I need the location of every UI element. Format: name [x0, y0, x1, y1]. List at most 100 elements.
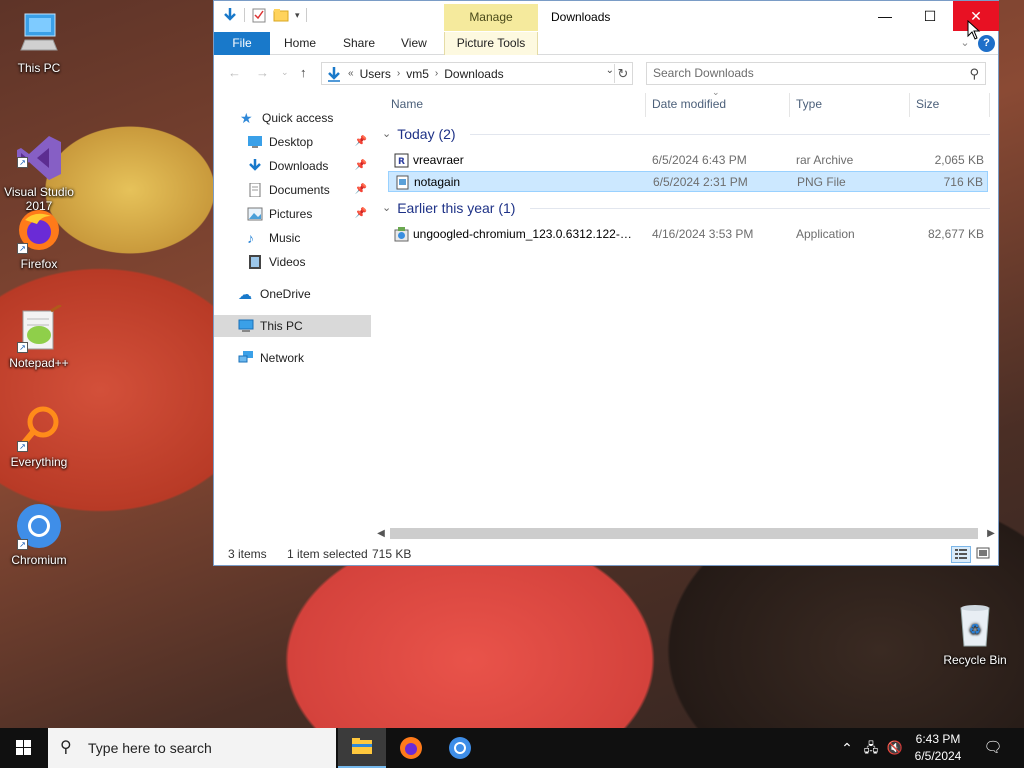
minimize-icon: —: [878, 8, 892, 24]
nav-this-pc[interactable]: This PC: [214, 315, 371, 337]
pin-icon[interactable]: 📌: [355, 131, 367, 153]
breadcrumb-separator-icon[interactable]: ›: [435, 68, 438, 79]
tab-view[interactable]: View: [389, 32, 439, 55]
system-clock[interactable]: 6:43 PM 6/5/2024: [904, 731, 972, 765]
pin-icon[interactable]: 📌: [355, 179, 367, 201]
breadcrumb-downloads[interactable]: Downloads: [444, 67, 503, 81]
address-dropdown-chevron-icon[interactable]: ⌄: [606, 65, 614, 76]
column-divider[interactable]: [645, 93, 646, 117]
tab-file[interactable]: File: [214, 32, 270, 55]
pin-icon[interactable]: 📌: [355, 155, 367, 177]
address-bar[interactable]: « Users › vm5 › Downloads ⌄ ↻: [321, 62, 633, 85]
mouse-cursor-icon: [967, 20, 981, 40]
taskbar-file-explorer[interactable]: [338, 728, 386, 768]
desktop-icon-everything[interactable]: ↗ Everything: [1, 404, 77, 469]
group-header-today[interactable]: ⌄ Today (2): [380, 124, 990, 144]
collapse-chevron-icon: ⌄: [382, 128, 392, 140]
customize-qat-chevron-icon[interactable]: ▾: [295, 10, 300, 21]
minimize-button[interactable]: —: [862, 1, 908, 31]
nav-quick-access[interactable]: ★ Quick access: [214, 107, 371, 129]
network-status-icon[interactable]: 🖧: [860, 728, 882, 768]
clock-time: 6:43 PM: [915, 732, 961, 746]
nav-music[interactable]: ♪ Music: [214, 227, 371, 249]
navigation-pane: ★ Quick access Desktop 📌 Downloads 📌 Doc…: [214, 93, 374, 533]
nav-onedrive[interactable]: ☁ OneDrive: [214, 283, 371, 305]
downloads-folder-icon: [328, 66, 340, 82]
volume-muted-icon[interactable]: 🔇: [884, 728, 906, 768]
horizontal-scrollbar[interactable]: ◀ ▶: [374, 525, 998, 542]
search-input[interactable]: Search Downloads ⚲: [646, 62, 986, 85]
firefox-icon: ↗: [15, 206, 63, 254]
search-placeholder: Search Downloads: [653, 66, 754, 80]
taskbar: ⚲ Type here to search ⌃ 🖧 🔇 6:43 PM 6/5/…: [0, 728, 1024, 768]
up-arrow-icon[interactable]: ↑: [300, 65, 307, 80]
tab-share[interactable]: Share: [331, 32, 387, 55]
nav-network[interactable]: Network: [214, 347, 371, 369]
desktop-icon-chromium[interactable]: ↗ Chromium: [1, 502, 77, 567]
desktop-icon-notepad-plus-plus[interactable]: ↗ Notepad++: [1, 303, 77, 370]
breadcrumb-overflow[interactable]: «: [348, 68, 354, 79]
download-arrow-icon[interactable]: [222, 7, 238, 23]
scroll-left-icon[interactable]: ◀: [374, 525, 388, 542]
file-row[interactable]: ungoogled-chromium_123.0.6312.122-1.... …: [388, 224, 988, 245]
tab-home[interactable]: Home: [272, 32, 328, 55]
star-icon: ★: [240, 110, 253, 126]
group-label: Today (2): [397, 126, 456, 142]
refresh-icon[interactable]: ↻: [614, 64, 631, 83]
start-button[interactable]: [0, 728, 48, 768]
videos-folder-icon: [249, 255, 261, 269]
shortcut-arrow-icon: ↗: [17, 441, 28, 452]
taskbar-search-box[interactable]: ⚲ Type here to search: [48, 728, 336, 768]
manage-context-tab[interactable]: Manage: [444, 4, 538, 31]
column-header-size[interactable]: Size: [916, 93, 939, 115]
png-file-icon: [396, 175, 409, 190]
properties-icon[interactable]: [251, 7, 267, 23]
new-folder-icon[interactable]: [273, 7, 289, 23]
nav-label: Pictures: [269, 207, 313, 221]
nav-documents[interactable]: Documents 📌: [214, 179, 371, 201]
maximize-button[interactable]: ☐: [907, 1, 953, 31]
rar-archive-icon: R: [394, 153, 409, 168]
show-hidden-icons-chevron-icon[interactable]: ⌃: [838, 728, 856, 768]
nav-pictures[interactable]: Pictures 📌: [214, 203, 371, 225]
breadcrumb-users[interactable]: Users: [360, 67, 391, 81]
title-bar[interactable]: ▾ Manage Downloads — ☐ ✕: [214, 1, 999, 32]
column-divider[interactable]: [909, 93, 910, 117]
column-header-type[interactable]: Type: [796, 93, 822, 115]
file-date: 6/5/2024 6:43 PM: [652, 153, 747, 167]
desktop-icon-recycle-bin[interactable]: ♻ Recycle Bin: [937, 602, 1013, 667]
back-arrow-icon[interactable]: ←: [228, 65, 241, 80]
svg-text:♻: ♻: [969, 622, 982, 638]
pin-icon[interactable]: 📌: [355, 203, 367, 225]
maximize-icon: ☐: [923, 8, 937, 24]
group-header-earlier-this-year[interactable]: ⌄ Earlier this year (1): [380, 198, 990, 218]
file-row[interactable]: R vreavraer 6/5/2024 6:43 PM rar Archive…: [388, 150, 988, 171]
notifications-icon[interactable]: 🗨: [978, 728, 1008, 768]
tab-picture-tools[interactable]: Picture Tools: [444, 32, 538, 55]
nav-downloads[interactable]: Downloads 📌: [214, 155, 371, 177]
taskbar-firefox[interactable]: [387, 728, 435, 768]
column-divider[interactable]: [789, 93, 790, 117]
details-view-button[interactable]: [951, 546, 971, 563]
file-size: 716 KB: [943, 175, 983, 189]
nav-label: OneDrive: [260, 287, 311, 301]
column-divider[interactable]: [989, 93, 990, 117]
forward-arrow-icon[interactable]: →: [256, 65, 269, 80]
desktop-icon-firefox[interactable]: ↗ Firefox: [1, 206, 77, 271]
nav-desktop[interactable]: Desktop 📌: [214, 131, 371, 153]
file-row-selected[interactable]: notagain 6/5/2024 2:31 PM PNG File 716 K…: [388, 171, 988, 192]
breadcrumb-separator-icon[interactable]: ›: [397, 68, 400, 79]
taskbar-chromium[interactable]: [436, 728, 484, 768]
recent-locations-chevron-icon[interactable]: ⌄: [281, 67, 289, 78]
nav-label: Network: [260, 351, 305, 365]
scroll-right-icon[interactable]: ▶: [984, 525, 998, 542]
nav-videos[interactable]: Videos: [214, 251, 371, 273]
large-icons-view-button[interactable]: [974, 546, 994, 563]
desktop-icon-this-pc[interactable]: This PC: [1, 10, 77, 75]
scrollbar-thumb[interactable]: [390, 528, 978, 539]
breadcrumb-vm5[interactable]: vm5: [406, 67, 429, 81]
column-header-name[interactable]: Name: [391, 93, 423, 115]
file-name: notagain: [414, 175, 461, 189]
selection-count: 1 item selected: [287, 547, 368, 561]
everything-search-icon: ↗: [15, 404, 63, 452]
